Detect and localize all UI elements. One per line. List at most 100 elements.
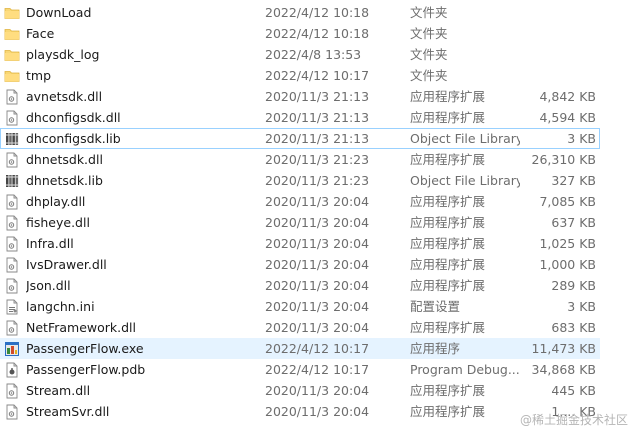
file-row[interactable]: langchn.ini 2020/11/3 20:04 配置设置 3 KB bbox=[0, 296, 600, 317]
file-name: Stream.dll bbox=[26, 383, 91, 398]
file-name: IvsDrawer.dll bbox=[26, 257, 107, 272]
file-row[interactable]: PassengerFlow.pdb 2022/4/12 10:17 Program … bbox=[0, 359, 600, 380]
file-size: 3 KB bbox=[567, 299, 596, 314]
file-date-modified: 2020/11/3 20:04 bbox=[265, 257, 370, 272]
file-date-modified: 2020/11/3 20:04 bbox=[265, 299, 370, 314]
file-row[interactable]: PassengerFlow.exe 2022/4/12 10:17 应用程序 11,4… bbox=[0, 338, 600, 359]
dll-file-icon bbox=[4, 215, 20, 231]
file-type: Program Debug... bbox=[410, 362, 520, 377]
file-type: 文件夹 bbox=[410, 5, 448, 20]
file-size: 637 KB bbox=[551, 215, 596, 230]
file-type: 应用程序扩展 bbox=[410, 236, 486, 251]
file-size: 683 KB bbox=[551, 320, 596, 335]
file-size: 4,842 KB bbox=[539, 89, 596, 104]
file-date-modified: 2020/11/3 20:04 bbox=[265, 320, 370, 335]
file-row[interactable]: fisheye.dll 2020/11/3 20:04 应用程序扩展 637 KB bbox=[0, 212, 600, 233]
file-date-modified: 2022/4/12 10:17 bbox=[265, 362, 370, 377]
file-type: 应用程序扩展 bbox=[410, 215, 486, 230]
file-name: dhnetsdk.dll bbox=[26, 152, 103, 167]
file-date-modified: 2020/11/3 21:23 bbox=[265, 152, 370, 167]
file-row[interactable]: Json.dll 2020/11/3 20:04 应用程序扩展 289 KB bbox=[0, 275, 600, 296]
file-name: PassengerFlow.exe bbox=[26, 341, 144, 356]
lib-file-icon bbox=[4, 131, 20, 147]
file-size: 4,594 KB bbox=[539, 110, 596, 125]
file-name: dhconfigsdk.dll bbox=[26, 110, 121, 125]
file-size: 3 KB bbox=[567, 131, 596, 146]
file-date-modified: 2020/11/3 21:13 bbox=[265, 89, 370, 104]
file-type: Object File Library bbox=[410, 173, 520, 188]
file-date-modified: 2020/11/3 20:04 bbox=[265, 404, 370, 419]
file-date-modified: 2020/11/3 20:04 bbox=[265, 215, 370, 230]
dll-file-icon bbox=[4, 89, 20, 105]
lib-file-icon bbox=[4, 173, 20, 189]
file-size: 1,025 KB bbox=[539, 236, 596, 251]
file-type: 应用程序扩展 bbox=[410, 89, 486, 104]
file-name: Infra.dll bbox=[26, 236, 74, 251]
file-type: 配置设置 bbox=[410, 299, 461, 314]
file-row[interactable]: dhnetsdk.lib 2020/11/3 21:23 Object File L… bbox=[0, 170, 600, 191]
file-date-modified: 2022/4/8 13:53 bbox=[265, 47, 362, 62]
file-row[interactable]: dhnetsdk.dll 2020/11/3 21:23 应用程序扩展 26,310 … bbox=[0, 149, 600, 170]
file-size bbox=[521, 66, 596, 85]
file-type: 应用程序扩展 bbox=[410, 383, 486, 398]
file-row[interactable]: StreamSvr.dll 2020/11/3 20:04 应用程序扩展 1,... … bbox=[0, 401, 600, 422]
file-row[interactable]: dhconfigsdk.lib 2020/11/3 21:13 Object Fil… bbox=[0, 128, 600, 149]
file-name: DownLoad bbox=[26, 5, 92, 20]
file-name: NetFramework.dll bbox=[26, 320, 136, 335]
ini-file-icon bbox=[4, 299, 20, 315]
folder-icon bbox=[4, 5, 20, 21]
file-name: Json.dll bbox=[26, 278, 71, 293]
file-name: PassengerFlow.pdb bbox=[26, 362, 146, 377]
file-size: 1,000 KB bbox=[539, 257, 596, 272]
file-size bbox=[521, 45, 596, 64]
file-name: dhconfigsdk.lib bbox=[26, 131, 121, 146]
file-name: dhplay.dll bbox=[26, 194, 86, 209]
file-size: 7,085 KB bbox=[539, 194, 596, 209]
file-row[interactable]: DownLoad 2022/4/12 10:18 文件夹 bbox=[0, 2, 600, 23]
file-date-modified: 2022/4/12 10:17 bbox=[265, 68, 370, 83]
watermark: @稀土掘金技术社区 bbox=[519, 413, 628, 427]
file-date-modified: 2020/11/3 20:04 bbox=[265, 194, 370, 209]
file-size: 34,868 KB bbox=[531, 362, 596, 377]
file-row[interactable]: avnetsdk.dll 2020/11/3 21:13 应用程序扩展 4,842 K… bbox=[0, 86, 600, 107]
file-date-modified: 2020/11/3 20:04 bbox=[265, 278, 370, 293]
file-size bbox=[521, 3, 596, 22]
dll-file-icon bbox=[4, 257, 20, 273]
dll-file-icon bbox=[4, 236, 20, 252]
file-date-modified: 2020/11/3 20:04 bbox=[265, 236, 370, 251]
file-type: 文件夹 bbox=[410, 26, 448, 41]
file-row[interactable]: Face 2022/4/12 10:18 文件夹 bbox=[0, 23, 600, 44]
file-row[interactable]: tmp 2022/4/12 10:17 文件夹 bbox=[0, 65, 600, 86]
file-size: 327 KB bbox=[551, 173, 596, 188]
file-name: tmp bbox=[26, 68, 52, 83]
dll-file-icon bbox=[4, 110, 20, 126]
file-type: 应用程序扩展 bbox=[410, 278, 486, 293]
file-size: 26,310 KB bbox=[531, 152, 596, 167]
file-type: 文件夹 bbox=[410, 47, 448, 62]
file-size: 11,473 KB bbox=[531, 341, 596, 356]
file-row[interactable]: Infra.dll 2020/11/3 20:04 应用程序扩展 1,025 KB bbox=[0, 233, 600, 254]
dll-file-icon bbox=[4, 320, 20, 336]
file-date-modified: 2020/11/3 21:23 bbox=[265, 173, 370, 188]
file-name: Face bbox=[26, 26, 55, 41]
file-date-modified: 2022/4/12 10:18 bbox=[265, 5, 370, 20]
folder-icon bbox=[4, 68, 20, 84]
pdb-file-icon bbox=[4, 362, 20, 378]
file-row[interactable]: dhplay.dll 2020/11/3 20:04 应用程序扩展 7,085 KB bbox=[0, 191, 600, 212]
folder-icon bbox=[4, 26, 20, 42]
file-row[interactable]: playsdk_log 2022/4/8 13:53 文件夹 bbox=[0, 44, 600, 65]
exe-file-icon bbox=[4, 341, 20, 357]
file-date-modified: 2022/4/12 10:17 bbox=[265, 341, 370, 356]
file-size bbox=[521, 24, 596, 43]
file-name: langchn.ini bbox=[26, 299, 95, 314]
file-row[interactable]: dhconfigsdk.dll 2020/11/3 21:13 应用程序扩展 4,59… bbox=[0, 107, 600, 128]
file-date-modified: 2020/11/3 20:04 bbox=[265, 383, 370, 398]
file-name: StreamSvr.dll bbox=[26, 404, 110, 419]
file-row[interactable]: Stream.dll 2020/11/3 20:04 应用程序扩展 445 KB bbox=[0, 380, 600, 401]
file-row[interactable]: IvsDrawer.dll 2020/11/3 20:04 应用程序扩展 1,000 … bbox=[0, 254, 600, 275]
file-type: 应用程序扩展 bbox=[410, 110, 486, 125]
file-type: 应用程序扩展 bbox=[410, 152, 486, 167]
file-date-modified: 2022/4/12 10:18 bbox=[265, 26, 370, 41]
file-row[interactable]: NetFramework.dll 2020/11/3 20:04 应用程序扩展 683… bbox=[0, 317, 600, 338]
file-type: 文件夹 bbox=[410, 68, 448, 83]
